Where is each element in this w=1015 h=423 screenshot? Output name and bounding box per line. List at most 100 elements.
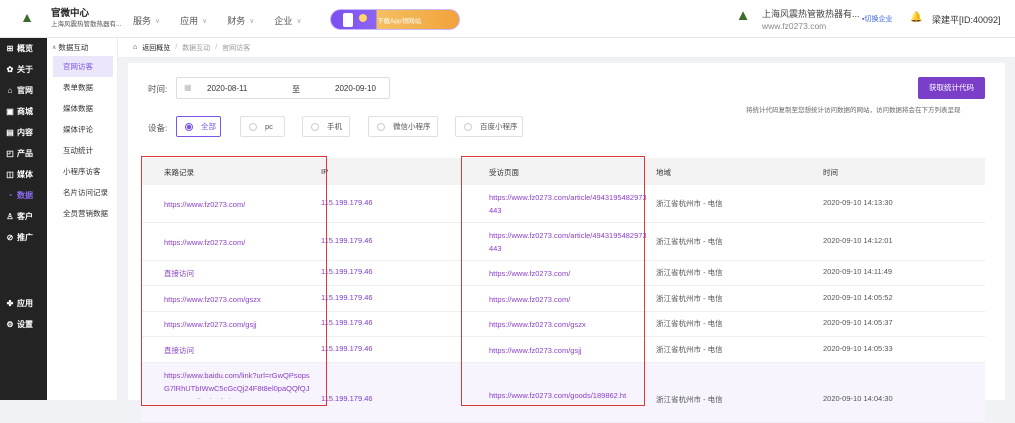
cell-source[interactable]: https://www.baidu.com/link?url=rGwQPsops… (164, 369, 312, 399)
settings-icon: ⚙ (6, 320, 14, 329)
subnav-item-media-comments[interactable]: 媒体评论 (47, 119, 117, 140)
time-label: 时间: (148, 84, 168, 94)
cell-page[interactable]: https://www.fz0273.com/ (489, 267, 570, 280)
table-row: 直接访问 115.199.179.46 https://www.fz0273.c… (141, 337, 985, 363)
sidebar-item-settings[interactable]: ⚙ 设置 (0, 314, 47, 335)
brand-title: 官微中心 (51, 8, 90, 19)
subnav-item-card-visits[interactable]: 名片访问记录 (47, 182, 117, 203)
sidebar-item-media[interactable]: ◫ 媒体 (0, 164, 47, 185)
sidebar-item-label: 应用 (17, 299, 33, 308)
device-radio-pc[interactable]: pc (240, 116, 285, 137)
sidebar-item-label: 内容 (17, 128, 33, 137)
device-radio-mobile[interactable]: 手机 (302, 116, 350, 137)
cell-page[interactable]: https://www.fz0273.com/article/494319548… (489, 191, 647, 217)
nav-service-label: 服务 (133, 16, 152, 26)
cell-source[interactable]: https://www.fz0273.com/ (164, 198, 314, 211)
date-range-picker[interactable]: ▦ 2020-08-11 至 2020-09-10 (176, 77, 390, 99)
brand-subtitle: 上海风震热管散热器有... (51, 21, 122, 28)
cell-ip: 115.199.179.46 (321, 293, 373, 302)
device-radio-wechat[interactable]: 微信小程序 (368, 116, 438, 137)
cell-region: 浙江省杭州市 - 电信 (656, 237, 723, 246)
bell-icon[interactable]: 🔔 (910, 12, 922, 23)
sidebar-item-website[interactable]: ⌂ 官网 (0, 80, 47, 101)
sidebar-item-label: 商城 (17, 107, 33, 116)
breadcrumb-separator: / (175, 44, 178, 51)
company-name: 上海风震热管散热器有... (762, 9, 860, 19)
cell-page[interactable]: https://www.fz0273.com/gsjj (489, 344, 582, 357)
overview-icon: ⊞ (6, 44, 14, 53)
home-icon[interactable]: ⌂ (133, 44, 137, 51)
data-icon: ◔ (7, 191, 13, 200)
device-option-label: 手机 (327, 122, 342, 131)
secondary-sidebar: ∧ 数据互动 官网访客 表单数据 媒体数据 媒体评论 互动统计 小程序访客 名片访… (47, 38, 118, 400)
cell-source[interactable]: https://www.fz0273.com/gszx (164, 293, 261, 306)
subnav-item-site-visitors[interactable]: 官网访客 (53, 56, 113, 77)
cell-ip: 115.199.179.46 (321, 267, 373, 276)
cell-time: 2020-09-10 14:05:37 (823, 318, 893, 327)
device-radio-baidu[interactable]: 百度小程序 (455, 116, 523, 137)
cell-page[interactable]: https://www.fz0273.com/goods/189862.ht (489, 389, 626, 402)
download-app-banner[interactable]: 下载App领网站 (330, 9, 460, 30)
subnav-header[interactable]: ∧ 数据互动 (47, 38, 117, 56)
cell-ip: 115.199.179.46 (321, 318, 373, 327)
cell-source[interactable]: https://www.fz0273.com/gsjj (164, 318, 257, 331)
subnav-item-media-data[interactable]: 媒体数据 (47, 98, 117, 119)
user-menu[interactable]: 梁建平[ID:40092] (932, 13, 1001, 26)
brand-logo-icon[interactable]: ▲ (18, 8, 36, 26)
customer-icon: ♙ (6, 212, 14, 221)
breadcrumb-home[interactable]: 返回概览 (142, 43, 170, 53)
company-info: 上海风震热管散热器有... www.fz0273.com (762, 8, 860, 32)
tracking-hint: 将统计代码复制至您想统计访问数据的网站，访问数据将会在下方列表呈现 (746, 107, 961, 114)
cell-page[interactable]: https://www.fz0273.com/gszx (489, 318, 586, 331)
radio-dot (311, 122, 319, 131)
subnav-item-form-data[interactable]: 表单数据 (47, 77, 117, 98)
device-option-label: 百度小程序 (480, 122, 518, 131)
cell-page[interactable]: https://www.fz0273.com/article/494319548… (489, 229, 647, 255)
cell-source[interactable]: https://www.fz0273.com/ (164, 236, 314, 249)
breadcrumb-separator: / (215, 44, 218, 51)
subnav-item-miniapp-visitors[interactable]: 小程序访客 (47, 161, 117, 182)
chevron-down-icon: ∨ (296, 17, 302, 25)
get-tracking-code-button[interactable]: 获取统计代码 (918, 77, 985, 99)
breadcrumb: ⌂ 返回概览 / 数据互动 / 官网访客 (118, 38, 1015, 58)
date-start[interactable]: 2020-08-11 (207, 84, 247, 93)
subnav-header-label: 数据互动 (58, 42, 89, 52)
subnav-item-marketing-data[interactable]: 全员营销数据 (47, 203, 117, 224)
cell-source[interactable]: 直接访问 (164, 267, 194, 280)
sidebar-item-mall[interactable]: ▣ 商城 (0, 101, 47, 122)
sidebar-item-label: 设置 (17, 320, 33, 329)
sidebar-item-data[interactable]: ◔ 数据 (0, 185, 47, 206)
cell-source[interactable]: 直接访问 (164, 344, 194, 357)
sidebar-item-about[interactable]: ✿ 关于 (0, 59, 47, 80)
sidebar-item-promotion[interactable]: ⊘ 推广 (0, 227, 47, 248)
cell-region: 浙江省杭州市 - 电信 (656, 268, 723, 277)
cell-time: 2020-09-10 14:05:33 (823, 344, 893, 353)
sidebar-item-apps[interactable]: ✤ 应用 (0, 293, 47, 314)
chevron-up-icon: ∧ (52, 44, 57, 51)
sidebar-item-product[interactable]: ◰ 产品 (0, 143, 47, 164)
sidebar-item-label: 媒体 (17, 170, 33, 179)
nav-service[interactable]: 服务 ∨ (133, 14, 160, 27)
cell-ip: 115.199.179.46 (321, 198, 373, 207)
calendar-icon: ▦ (184, 83, 192, 92)
subnav-item-interaction-stats[interactable]: 互动统计 (47, 140, 117, 161)
sidebar-item-customer[interactable]: ♙ 客户 (0, 206, 47, 227)
nav-apps[interactable]: 应用 ∨ (180, 14, 207, 27)
brand[interactable]: 官微中心 上海风震热管散热器有... (51, 8, 121, 30)
column-header-ip: IP (321, 167, 329, 176)
column-header-time: 时间 (823, 168, 838, 177)
device-radio-all[interactable]: 全部 (176, 116, 221, 137)
mall-icon: ▣ (6, 107, 14, 116)
switch-enterprise-link[interactable]: ▪切换企业 (862, 14, 892, 24)
nav-finance[interactable]: 财务 ∨ (227, 14, 254, 27)
table-row: https://www.baidu.com/link?url=rGwQPsops… (141, 363, 985, 423)
date-end[interactable]: 2020-09-10 (335, 84, 376, 93)
sidebar-item-content[interactable]: ▤ 内容 (0, 122, 47, 143)
cell-time: 2020-09-10 14:11:49 (823, 267, 893, 276)
breadcrumb-level1[interactable]: 数据互动 (182, 43, 210, 53)
radio-dot (377, 122, 385, 131)
sidebar-item-overview[interactable]: ⊞ 概览 (0, 38, 47, 59)
cell-page[interactable]: https://www.fz0273.com/ (489, 293, 570, 306)
radio-dot (185, 122, 193, 131)
nav-enterprise[interactable]: 企业 ∨ (274, 14, 301, 27)
